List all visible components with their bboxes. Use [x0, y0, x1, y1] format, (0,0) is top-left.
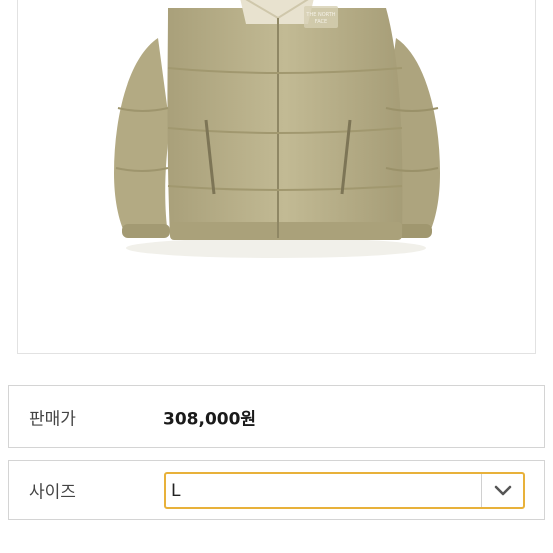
size-label: 사이즈 — [29, 482, 76, 503]
price-row: 판매가 308,000원 — [8, 385, 545, 448]
brand-logo-line2: FACE — [315, 19, 327, 25]
size-row: 사이즈 L — [8, 460, 545, 520]
size-selected-value: L — [171, 480, 181, 501]
brand-logo: THE NORTH — [305, 12, 335, 18]
price-value: 308,000원 — [163, 409, 257, 429]
chevron-down-icon[interactable] — [482, 474, 523, 507]
price-label: 판매가 — [29, 409, 76, 429]
product-image: THE NORTH FACE — [17, 0, 536, 354]
down-jacket-photo: THE NORTH FACE — [114, 0, 440, 258]
size-select[interactable]: L — [164, 472, 525, 509]
product-detail-page: THE NORTH FACE 판매가 308,000원 사이즈 L — [0, 0, 553, 553]
